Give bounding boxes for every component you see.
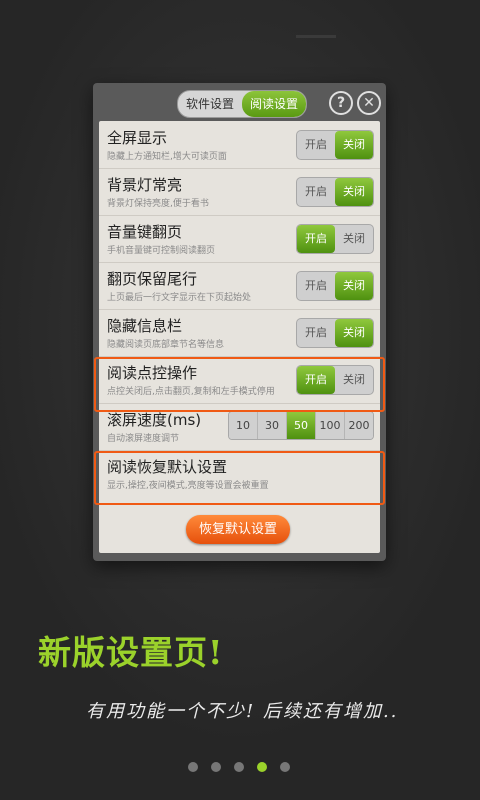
volume-key-toggle[interactable]: 开启 关闭 (296, 224, 374, 254)
speed-option-10[interactable]: 10 (229, 412, 257, 439)
setting-subtitle: 上页最后一行文字显示在下页起始处 (107, 293, 252, 303)
setting-subtitle: 隐藏阅读页底部章节名等信息 (107, 340, 225, 350)
setting-subtitle: 隐藏上方通知栏,增大可读页面 (107, 152, 227, 162)
page-dot[interactable] (188, 762, 198, 772)
setting-row-fullscreen: 全屏显示 隐藏上方通知栏,增大可读页面 开启 关闭 (99, 121, 380, 169)
toggle-on-option[interactable]: 开启 (297, 319, 335, 347)
page-dot[interactable] (211, 762, 221, 772)
setting-row-hide-info-bar: 隐藏信息栏 隐藏阅读页底部章节名等信息 开启 关闭 (99, 309, 380, 357)
close-icon[interactable]: ✕ (357, 91, 381, 115)
setting-title: 音量键翻页 (107, 223, 183, 241)
setting-row-volume-key: 音量键翻页 手机音量键可控制阅读翻页 开启 关闭 (99, 215, 380, 263)
speed-option-200[interactable]: 200 (344, 412, 373, 439)
speed-option-50[interactable]: 50 (286, 412, 315, 439)
toggle-off-option[interactable]: 关闭 (335, 131, 373, 159)
highlight-box-restore-defaults (94, 451, 385, 505)
speed-option-100[interactable]: 100 (315, 412, 344, 439)
setting-subtitle: 手机音量键可控制阅读翻页 (107, 246, 216, 256)
toggle-on-option[interactable]: 开启 (297, 178, 335, 206)
tab-reading-settings[interactable]: 阅读设置 (242, 91, 307, 117)
page-dot[interactable] (234, 762, 244, 772)
setting-title: 滚屏速度(ms) (107, 411, 202, 429)
toggle-off-option[interactable]: 关闭 (335, 319, 373, 347)
settings-tab-switch: 软件设置 阅读设置 (177, 90, 308, 118)
speed-option-30[interactable]: 30 (257, 412, 286, 439)
fullscreen-toggle[interactable]: 开启 关闭 (296, 130, 374, 160)
backlight-toggle[interactable]: 开启 关闭 (296, 177, 374, 207)
toggle-on-option[interactable]: 开启 (297, 272, 335, 300)
setting-row-keep-last-line: 翻页保留尾行 上页最后一行文字显示在下页起始处 开启 关闭 (99, 262, 380, 310)
toggle-on-option[interactable]: 开启 (297, 131, 335, 159)
tagline: 有用功能一个不少! 后续还有增加.. (86, 701, 399, 722)
restore-defaults-button[interactable]: 恢复默认设置 (186, 515, 290, 544)
page-dot-active[interactable] (257, 762, 267, 772)
scroll-speed-selector: 10 30 50 100 200 (228, 411, 374, 440)
keep-last-line-toggle[interactable]: 开启 关闭 (296, 271, 374, 301)
top-decoration (296, 35, 336, 38)
setting-row-backlight: 背景灯常亮 背景灯保持亮度,便于看书 开启 关闭 (99, 168, 380, 216)
setting-subtitle: 背景灯保持亮度,便于看书 (107, 199, 209, 209)
setting-title: 隐藏信息栏 (107, 317, 183, 335)
setting-title: 翻页保留尾行 (107, 270, 198, 288)
highlight-box-tap-control (94, 357, 385, 412)
page-indicator (188, 762, 290, 772)
headline: 新版设置页! (38, 633, 224, 672)
tab-software-settings[interactable]: 软件设置 (178, 91, 242, 117)
toggle-on-option[interactable]: 开启 (297, 225, 335, 253)
setting-title: 全屏显示 (107, 129, 168, 147)
toggle-off-option[interactable]: 关闭 (335, 272, 373, 300)
toggle-off-option[interactable]: 关闭 (335, 225, 373, 253)
setting-title: 背景灯常亮 (107, 176, 183, 194)
page-dot[interactable] (280, 762, 290, 772)
setting-subtitle: 自动滚屏速度调节 (107, 434, 180, 444)
hide-info-bar-toggle[interactable]: 开启 关闭 (296, 318, 374, 348)
help-icon[interactable]: ? (329, 91, 353, 115)
toggle-off-option[interactable]: 关闭 (335, 178, 373, 206)
